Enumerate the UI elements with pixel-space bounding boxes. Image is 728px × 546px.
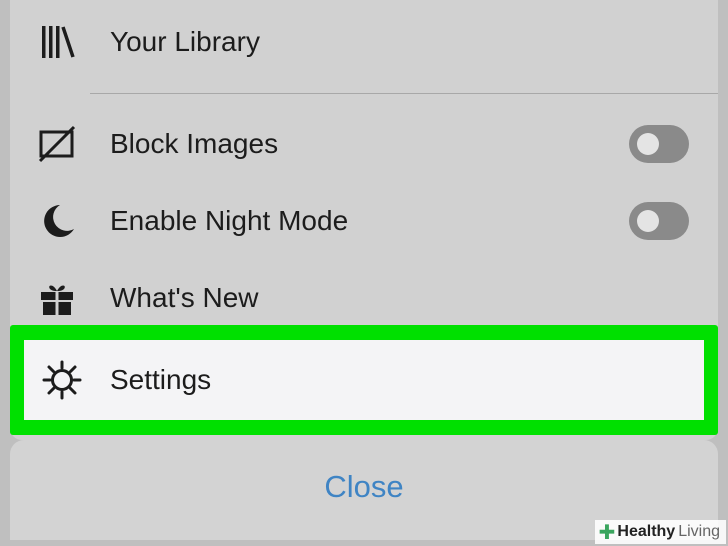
menu-item-settings[interactable]: Settings (24, 340, 704, 420)
watermark-text-light: Living (678, 523, 720, 540)
moon-icon (38, 202, 76, 240)
block-images-toggle[interactable] (629, 125, 689, 163)
menu-item-block-images[interactable]: Block Images (10, 106, 718, 182)
toggle-knob (637, 210, 659, 232)
settings-highlight-box: Settings (10, 325, 718, 435)
library-icon (38, 23, 76, 61)
block-images-icon (38, 125, 76, 163)
plus-cross-icon: ✚ (598, 521, 616, 544)
night-mode-toggle[interactable] (629, 202, 689, 240)
menu-item-label: Block Images (110, 128, 279, 159)
divider (90, 93, 718, 94)
menu-item-label: Enable Night Mode (110, 205, 349, 236)
menu-item-your-library[interactable]: Your Library (10, 4, 718, 80)
gift-icon (38, 279, 76, 317)
gear-icon (42, 360, 82, 400)
watermark-text-bold: Healthy (617, 523, 676, 540)
watermark: ✚ Healthy Living (594, 520, 726, 544)
menu-item-night-mode[interactable]: Enable Night Mode (10, 183, 718, 259)
menu-item-label: Settings (110, 364, 212, 395)
toggle-knob (637, 133, 659, 155)
menu-item-label: Your Library (110, 26, 260, 57)
